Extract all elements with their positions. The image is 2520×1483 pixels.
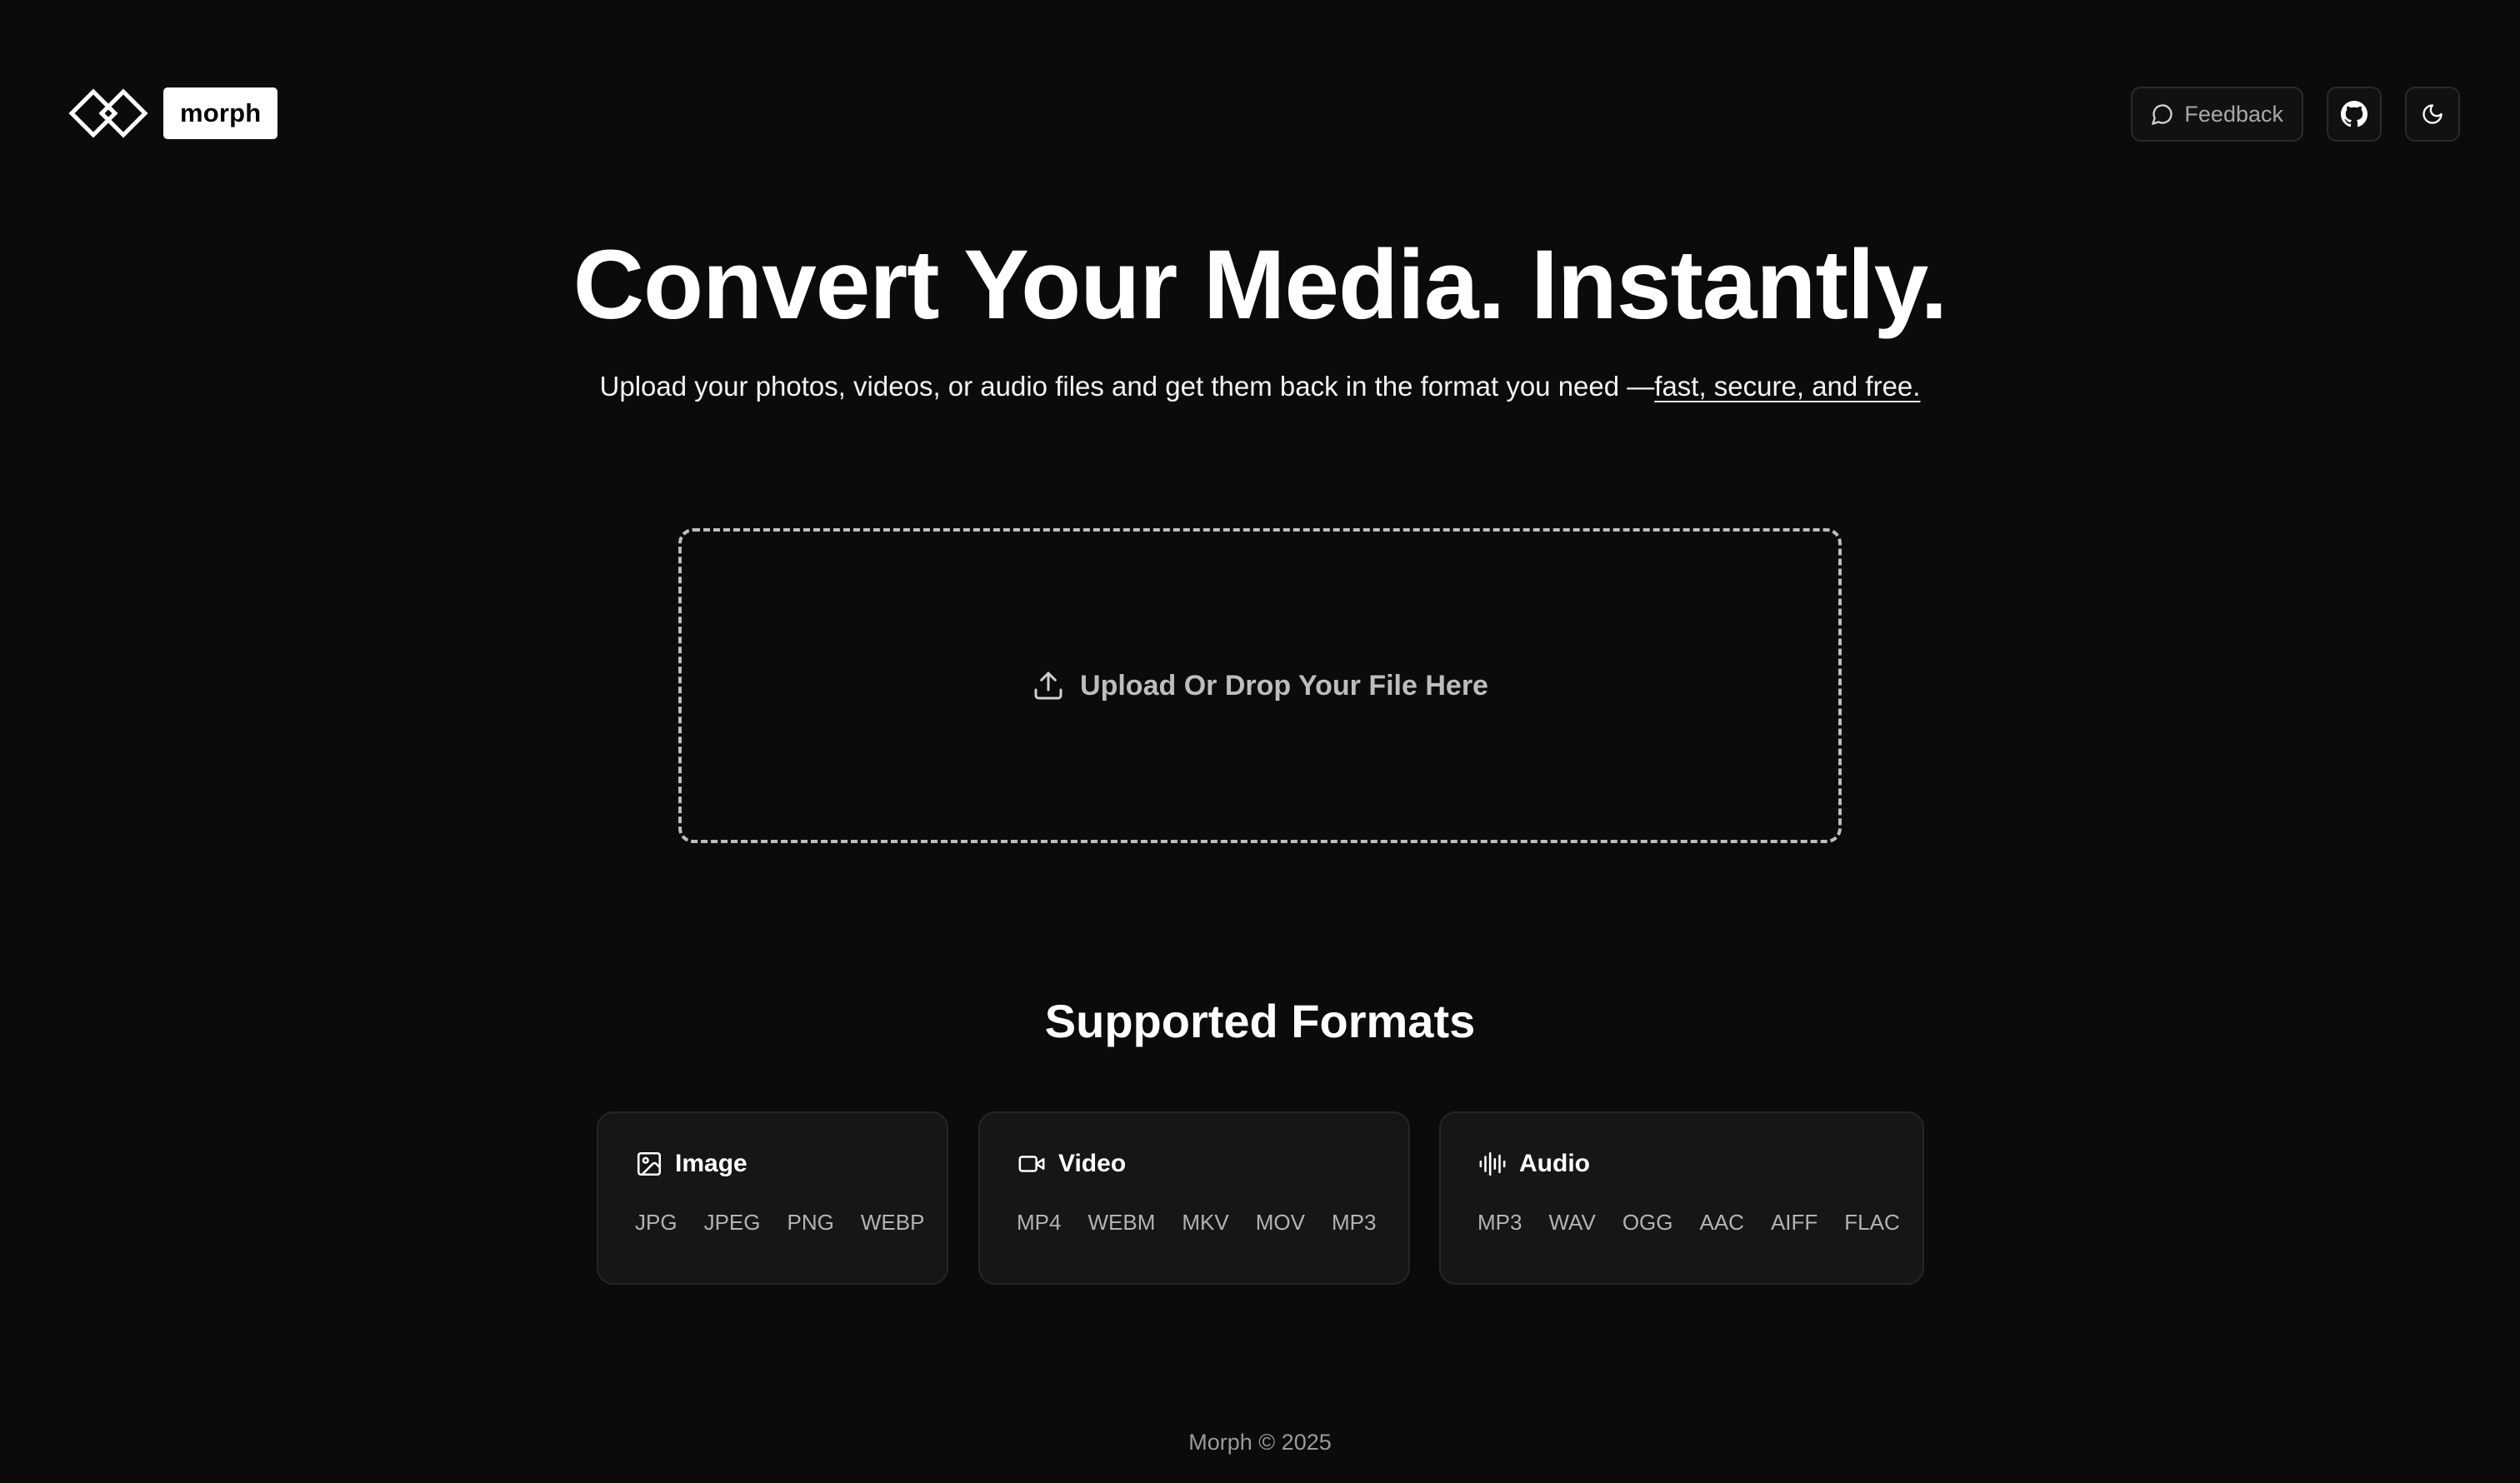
video-icon — [1018, 1156, 1045, 1172]
feedback-label: Feedback — [2184, 101, 2283, 127]
github-button[interactable] — [2327, 87, 2382, 142]
format-card-title: Image — [675, 1150, 748, 1177]
format-item: FLAC — [1844, 1210, 1900, 1235]
footer-copyright: Morph © 2025 — [1188, 1430, 1332, 1455]
format-item: PNG — [787, 1210, 834, 1235]
image-icon — [637, 1151, 662, 1176]
logo[interactable]: morph — [68, 87, 278, 140]
format-item: WAV — [1548, 1210, 1596, 1235]
format-item: OGG — [1622, 1210, 1673, 1235]
format-list: MP3 WAV OGG AAC AIFF FLAC — [1478, 1208, 1900, 1236]
upload-icon — [1034, 672, 1062, 700]
hero-subtitle: Upload your photos, videos, or audio fil… — [0, 368, 2520, 405]
format-item: MP4 — [1017, 1210, 1062, 1235]
formats-title: Supported Formats — [1044, 995, 1476, 1047]
format-card-title: Audio — [1519, 1150, 1590, 1177]
format-list: JPG JPEG PNG WEBP — [635, 1208, 924, 1236]
format-card-title: Video — [1058, 1150, 1127, 1177]
message-circle-icon — [2152, 104, 2173, 125]
theme-toggle-button[interactable] — [2405, 87, 2460, 142]
file-dropzone[interactable]: Upload Or Drop Your File Here — [678, 528, 1842, 843]
format-item: AAC — [1699, 1210, 1744, 1235]
format-item: MOV — [1255, 1210, 1305, 1235]
header-actions: Feedback — [2131, 87, 2460, 142]
hero-subtitle-text: Upload your photos, videos, or audio fil… — [599, 371, 1655, 402]
feedback-button[interactable]: Feedback — [2131, 87, 2303, 142]
page: morph Feedback Convert Your Media. Insta… — [0, 0, 2520, 1483]
page-title: Convert Your Media. Instantly. — [572, 230, 1948, 340]
format-item: MP3 — [1478, 1210, 1522, 1235]
audio-waveform-icon — [1479, 1151, 1506, 1176]
format-item: MKV — [1182, 1210, 1229, 1235]
hero-subtitle-link: fast, secure, and free. — [1654, 371, 1921, 402]
logo-text: morph — [163, 87, 278, 139]
format-item: JPG — [635, 1210, 678, 1235]
formats-cards: Image JPG JPEG PNG WEBP Video MP4 WEBM M… — [0, 1111, 2520, 1285]
moon-icon — [2422, 104, 2442, 124]
format-item: WEBM — [1088, 1210, 1156, 1235]
format-card-video: Video MP4 WEBM MKV MOV MP3 — [978, 1111, 1410, 1285]
format-list: MP4 WEBM MKV MOV MP3 — [1017, 1208, 1376, 1236]
format-item: WEBP — [860, 1210, 925, 1235]
format-item: MP3 — [1331, 1210, 1377, 1235]
github-icon — [2341, 101, 2368, 127]
logo-diamonds-icon — [68, 88, 148, 138]
dropzone-label: Upload Or Drop Your File Here — [1080, 669, 1488, 702]
format-item: AIFF — [1770, 1210, 1818, 1235]
format-card-image: Image JPG JPEG PNG WEBP — [597, 1111, 948, 1285]
format-item: JPEG — [703, 1210, 761, 1235]
format-card-audio: Audio MP3 WAV OGG AAC AIFF FLAC — [1439, 1111, 1924, 1285]
